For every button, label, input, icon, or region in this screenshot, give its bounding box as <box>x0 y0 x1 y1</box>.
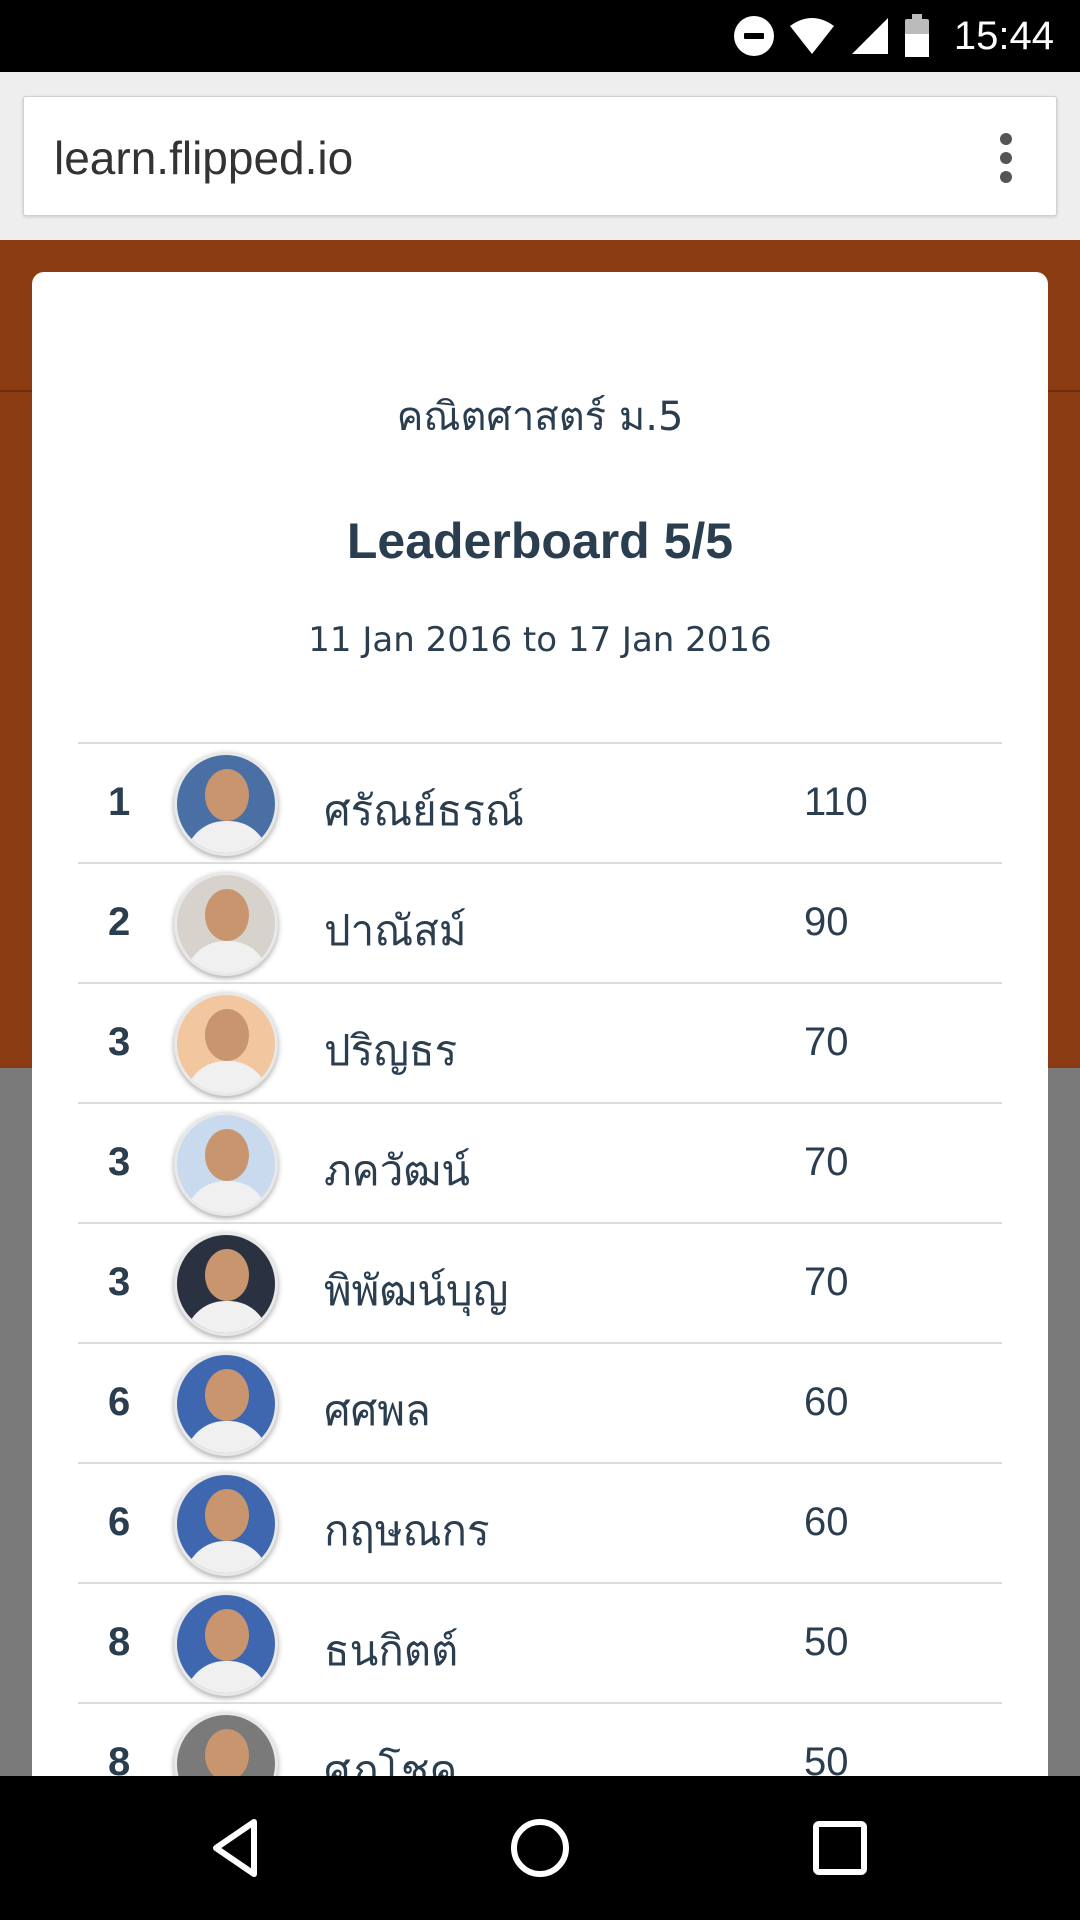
player-score: 50 <box>804 1740 849 1776</box>
date-range: 11 Jan 2016 to 17 Jan 2016 <box>308 620 772 660</box>
avatar-face <box>205 769 249 821</box>
leaderboard-row: 6 กฤษณกร 60 <box>78 1462 1002 1582</box>
rank-number: 8 <box>108 1740 131 1776</box>
avatar-face <box>205 1369 249 1421</box>
recent-apps-icon[interactable] <box>808 1816 872 1880</box>
avatar-face <box>205 1489 249 1541</box>
leaderboard-row: 3 พิพัฒน์บุญ 70 <box>78 1222 1002 1342</box>
leaderboard-row: 2 ปาณัสม์ 90 <box>78 862 1002 982</box>
home-icon[interactable] <box>508 1816 572 1880</box>
player-score: 60 <box>804 1380 849 1424</box>
player-score: 70 <box>804 1140 849 1184</box>
avatar-face <box>205 1729 249 1776</box>
player-score: 70 <box>804 1260 849 1304</box>
subject-title: คณิตศาสตร์ ม.5 <box>396 394 684 440</box>
more-vertical-icon[interactable] <box>1000 133 1014 183</box>
player-name: กฤษณกร <box>324 1506 490 1555</box>
avatar <box>174 992 278 1096</box>
leaderboard-row: 8 ศุภโชค 50 <box>78 1702 1002 1776</box>
avatar-body <box>185 1541 269 1573</box>
navigation-bar <box>0 1776 1080 1920</box>
leaderboard-row: 6 ศศพล 60 <box>78 1342 1002 1462</box>
rank-number: 2 <box>108 900 131 944</box>
avatar-body <box>185 1181 269 1213</box>
player-name: ศรัณย์ธรณ์ <box>324 786 524 835</box>
player-score: 90 <box>804 900 849 944</box>
avatar-face <box>205 889 249 941</box>
rank-number: 6 <box>108 1500 131 1544</box>
avatar <box>174 1472 278 1576</box>
player-name: ปาณัสม์ <box>324 906 467 955</box>
avatar-body <box>185 1661 269 1693</box>
avatar-face <box>205 1249 249 1301</box>
player-score: 70 <box>804 1020 849 1064</box>
avatar-body <box>185 1301 269 1333</box>
avatar <box>174 1712 278 1776</box>
avatar <box>174 1592 278 1696</box>
player-name: ศศพล <box>324 1386 431 1435</box>
avatar <box>174 1112 278 1216</box>
rank-number: 3 <box>108 1020 131 1064</box>
player-name: ปริญธร <box>324 1026 458 1075</box>
avatar-face <box>205 1009 249 1061</box>
player-name: ภควัฒน์ <box>324 1146 471 1195</box>
player-score: 60 <box>804 1500 849 1544</box>
rank-number: 6 <box>108 1380 131 1424</box>
leaderboard-row: 3 ภควัฒน์ 70 <box>78 1102 1002 1222</box>
player-name: ศุภโชค <box>324 1746 458 1776</box>
leaderboard-row: 1 ศรัณย์ธรณ์ 110 <box>78 742 1002 862</box>
avatar <box>174 872 278 976</box>
leaderboard-modal: คณิตศาสตร์ ม.5 Leaderboard 5/5 11 Jan 20… <box>32 272 1048 1776</box>
url-bar[interactable]: learn.flipped.io <box>23 96 1057 216</box>
player-score: 110 <box>804 780 868 824</box>
avatar-face <box>205 1609 249 1661</box>
status-icons: 15:44 <box>733 0 1080 72</box>
leaderboard-row: 8 ธนกิตต์ 50 <box>78 1582 1002 1702</box>
avatar-face <box>205 1129 249 1181</box>
browser-toolbar: learn.flipped.io <box>0 72 1080 240</box>
player-score: 50 <box>804 1620 849 1664</box>
leaderboard-row: 3 ปริญธร 70 <box>78 982 1002 1102</box>
avatar-body <box>185 821 269 853</box>
back-icon[interactable] <box>206 1816 270 1880</box>
clock: 15:44 <box>953 13 1054 58</box>
rank-number: 8 <box>108 1620 131 1664</box>
rank-number: 3 <box>108 1260 131 1304</box>
avatar <box>174 752 278 856</box>
status-bar: 15:44 <box>0 0 1080 72</box>
avatar <box>174 1352 278 1456</box>
battery-icon <box>904 14 930 58</box>
avatar-body <box>185 1421 269 1453</box>
player-name: ธนกิตต์ <box>324 1626 459 1675</box>
rank-number: 1 <box>108 780 131 824</box>
wifi-icon <box>788 16 836 56</box>
cellular-signal-icon <box>850 16 890 56</box>
leaderboard-title: Leaderboard 5/5 <box>346 513 734 569</box>
do-not-disturb-icon <box>733 16 774 56</box>
url-text[interactable]: learn.flipped.io <box>54 131 353 185</box>
avatar-body <box>185 941 269 973</box>
leaderboard-table: 1 ศรัณย์ธรณ์ 110 2 ปาณัสม์ 90 3 ปริญธร 70 3 ภควัฒน… <box>78 742 1002 1776</box>
player-name: พิพัฒน์บุญ <box>324 1266 509 1315</box>
avatar-body <box>185 1061 269 1093</box>
avatar <box>174 1232 278 1336</box>
rank-number: 3 <box>108 1140 131 1184</box>
